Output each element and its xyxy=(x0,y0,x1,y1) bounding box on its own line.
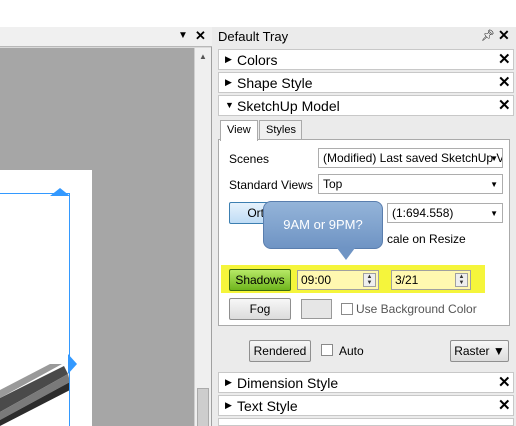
close-icon[interactable]: ✕ xyxy=(498,96,511,114)
tray-titlebar: Default Tray 📌︎ ✕ xyxy=(213,27,516,47)
shadow-time-value: 09:00 xyxy=(301,273,332,287)
dropdown-arrow-icon[interactable]: ▼ xyxy=(178,30,188,41)
shadows-button[interactable]: Shadows xyxy=(229,269,291,291)
panel-text-style[interactable]: ▶ Text Style ✕ xyxy=(218,395,514,416)
drawing-area: ▼ ✕ ▲ xyxy=(0,0,212,426)
panel-label: Dimension Style xyxy=(237,375,339,391)
shadow-date-input[interactable]: 3/21 ▲ ▼ xyxy=(391,270,471,290)
use-background-label: Use Background Color xyxy=(356,302,477,316)
panel-colors[interactable]: ▶ Colors ✕ xyxy=(218,49,514,70)
raster-label: Raster xyxy=(454,344,490,358)
close-icon[interactable]: ✕ xyxy=(498,396,511,414)
resize-grip-top-icon[interactable] xyxy=(48,186,72,200)
rendered-button[interactable]: Rendered xyxy=(249,340,311,362)
tab-styles[interactable]: Styles xyxy=(259,120,302,140)
panel-label: Shape Style xyxy=(237,75,313,91)
auto-label: Auto xyxy=(339,344,364,358)
default-tray: Default Tray 📌︎ ✕ ▶ Colors ✕ ▶ Shape Sty… xyxy=(213,27,516,426)
scroll-thumb[interactable] xyxy=(197,388,209,426)
scenes-value: (Modified) Last saved SketchUp Vi xyxy=(323,151,503,165)
scale-value: (1:694.558) xyxy=(392,206,454,220)
spinner-icon[interactable]: ▲ ▼ xyxy=(363,273,376,287)
pin-icon[interactable]: 📌︎ xyxy=(481,29,495,42)
panel-label: Colors xyxy=(237,52,278,68)
dropdown-arrow-icon: ▼ xyxy=(490,154,498,163)
canvas-titlebar: ▼ ✕ xyxy=(0,27,212,47)
dropdown-arrow-icon: ▼ xyxy=(490,209,498,218)
tray-title: Default Tray xyxy=(218,29,289,44)
expand-triangle-icon: ▶ xyxy=(225,377,232,387)
standard-views-dropdown[interactable]: Top ▼ xyxy=(318,174,503,194)
top-strip xyxy=(0,0,516,27)
scenes-label: Scenes xyxy=(229,152,270,166)
selection-frame[interactable] xyxy=(0,193,70,426)
tab-view[interactable]: View xyxy=(220,120,258,141)
fog-color-swatch[interactable] xyxy=(301,299,332,319)
expand-triangle-icon: ▶ xyxy=(225,77,232,87)
panel-label: SketchUp Model xyxy=(237,98,340,114)
dropdown-arrow-icon: ▼ xyxy=(492,344,505,358)
panel-sketchup-model[interactable]: ▼ SketchUp Model ✕ xyxy=(218,95,514,116)
close-icon[interactable]: ✕ xyxy=(498,373,511,391)
close-icon[interactable]: ✕ xyxy=(498,50,511,68)
tooltip-tail xyxy=(337,248,355,260)
panel-label: Text Style xyxy=(237,398,298,414)
close-icon[interactable]: ✕ xyxy=(498,73,511,91)
scale-on-resize-label: cale on Resize xyxy=(387,232,466,246)
standard-views-value: Top xyxy=(323,177,343,191)
dropdown-arrow-icon: ▼ xyxy=(490,180,498,189)
raster-dropdown[interactable]: Raster ▼ xyxy=(450,340,509,362)
shadow-date-value: 3/21 xyxy=(395,273,419,287)
collapse-triangle-icon: ▼ xyxy=(225,100,234,110)
tooltip-callout: 9AM or 9PM? xyxy=(263,201,383,249)
expand-triangle-icon: ▶ xyxy=(225,400,232,410)
close-icon[interactable]: ✕ xyxy=(498,27,510,44)
panel-next[interactable]: ▶ xyxy=(218,418,514,426)
expand-triangle-icon: ▶ xyxy=(225,54,232,64)
scroll-up-icon[interactable]: ▲ xyxy=(199,52,207,61)
shadow-time-input[interactable]: 09:00 ▲ ▼ xyxy=(297,270,379,290)
panel-dimension-style[interactable]: ▶ Dimension Style ✕ xyxy=(218,372,514,393)
auto-checkbox[interactable] xyxy=(321,344,333,356)
spinner-icon[interactable]: ▲ ▼ xyxy=(455,273,468,287)
fog-button[interactable]: Fog xyxy=(229,298,291,320)
app-window: ▼ ✕ ▲ Default Tray 📌︎ ✕ ▶ Colors ✕ ▶ Sha… xyxy=(0,0,516,426)
resize-grip-right-icon[interactable] xyxy=(66,354,78,374)
panel-shape-style[interactable]: ▶ Shape Style ✕ xyxy=(218,72,514,93)
close-icon[interactable]: ✕ xyxy=(195,28,206,44)
standard-views-label: Standard Views xyxy=(229,178,313,192)
vertical-scrollbar[interactable]: ▲ xyxy=(194,48,211,426)
scale-dropdown[interactable]: (1:694.558) ▼ xyxy=(387,203,503,223)
scenes-dropdown[interactable]: (Modified) Last saved SketchUp Vi ▼ xyxy=(318,148,503,168)
use-background-checkbox[interactable] xyxy=(341,303,353,315)
